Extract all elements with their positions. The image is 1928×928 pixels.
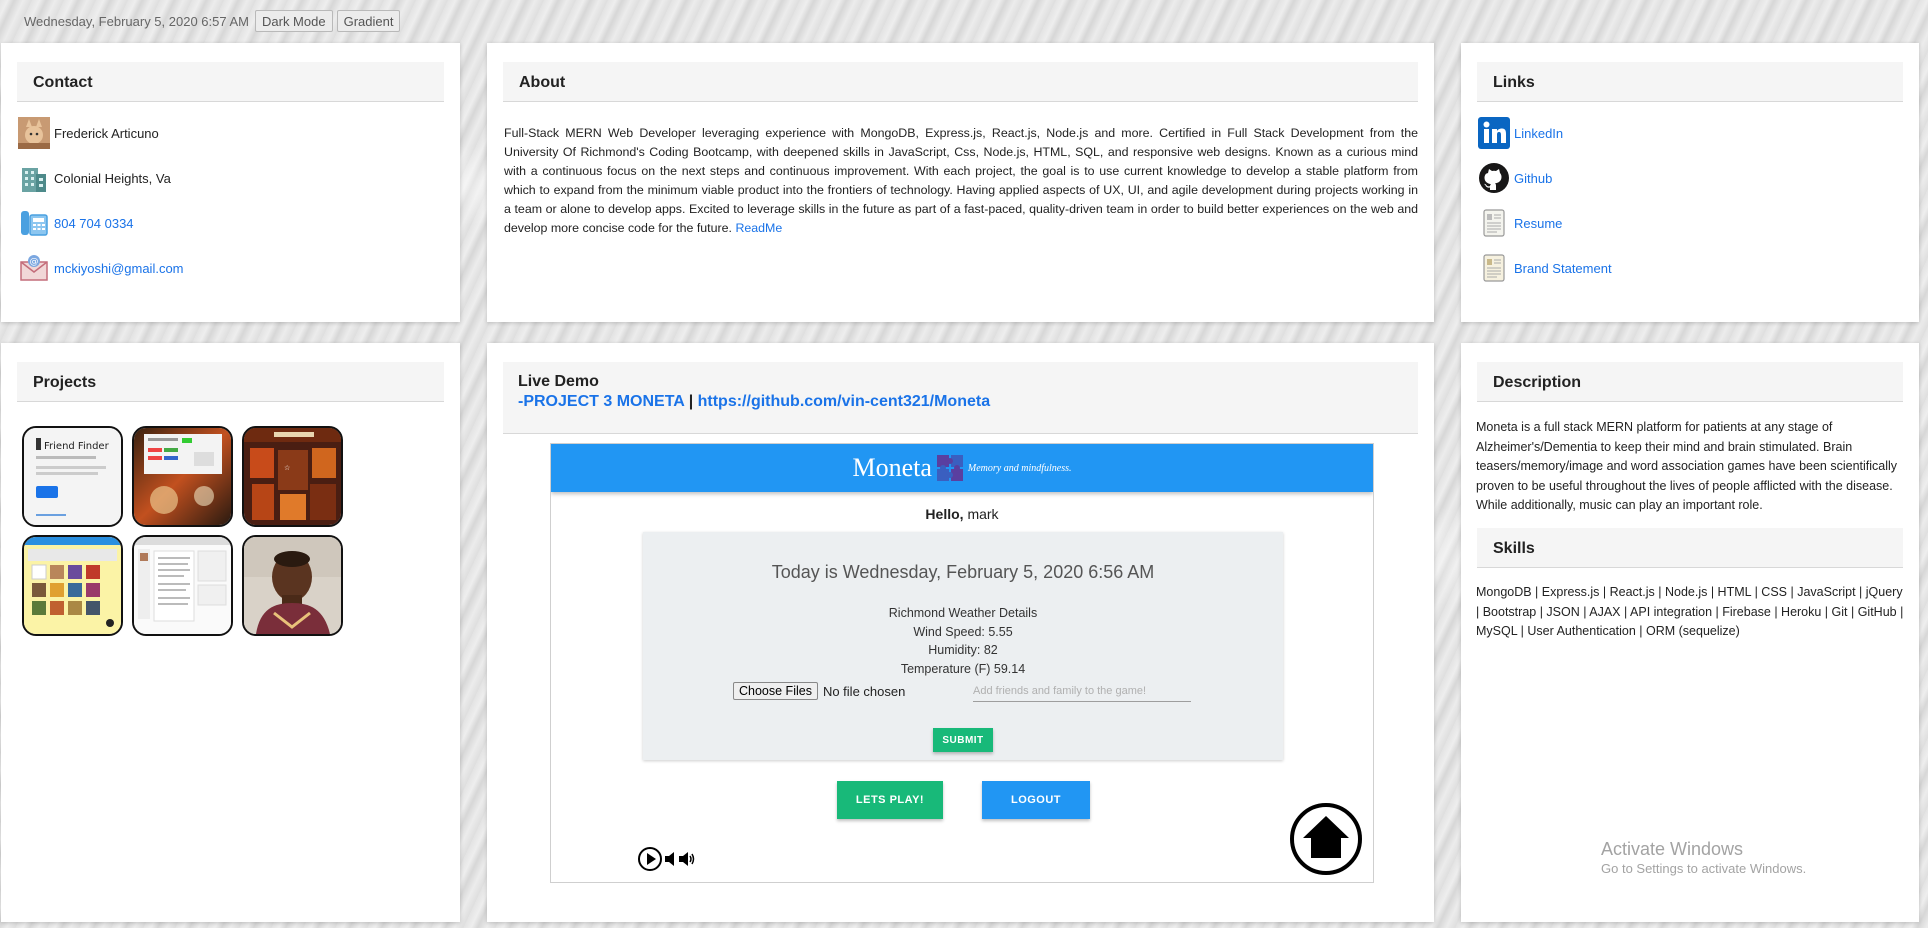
contact-title: Contact <box>17 62 444 102</box>
github-link[interactable]: Github <box>1514 171 1552 186</box>
resume-document-icon <box>1478 207 1510 239</box>
gradient-button[interactable]: Gradient <box>336 10 401 32</box>
submit-button[interactable]: SUBMIT <box>933 728 993 752</box>
temperature: Temperature (F) 59.14 <box>900 661 1026 676</box>
contact-phone-link[interactable]: 804 704 0334 <box>54 216 134 231</box>
home-icon[interactable] <box>1289 802 1363 876</box>
activate-windows-title: Activate Windows <box>1601 839 1744 859</box>
contact-phone-row[interactable]: 804 704 0334 <box>18 207 134 239</box>
about-body: Full-Stack MERN Web Developer leveraging… <box>504 126 1418 235</box>
project-thumb-app-4[interactable] <box>22 535 123 636</box>
activate-windows-subtitle: Go to Settings to activate Windows. <box>1601 861 1807 876</box>
activate-windows-watermark: Activate Windows Go to Settings to activ… <box>1601 838 1806 878</box>
contact-card: Contact Frederick Articuno Colonial Heig… <box>1 43 460 322</box>
about-title: About <box>503 62 1418 102</box>
link-resume[interactable]: Resume <box>1478 207 1562 239</box>
linkedin-link[interactable]: LinkedIn <box>1514 126 1563 141</box>
project-thumb-friend-finder[interactable]: Friend Finder <box>22 426 123 527</box>
volume-down-icon[interactable] <box>665 852 677 871</box>
description-title: Description <box>1477 362 1903 402</box>
description-text: Moneta is a full stack MERN platform for… <box>1476 420 1898 512</box>
top-bar: Wednesday, February 5, 2020 6:57 AM Dark… <box>24 9 401 33</box>
moneta-app-preview: Moneta Memory and mindfulness. Hello, ma… <box>550 443 1374 883</box>
cat-avatar-icon <box>18 117 50 149</box>
repo-link[interactable]: https://github.com/vin-cent321/Moneta <box>698 393 990 410</box>
live-demo-links: -PROJECT 3 MONETA | https://github.com/v… <box>518 392 1418 412</box>
audio-player <box>637 846 695 877</box>
phone-icon <box>18 207 50 239</box>
weather-title: Richmond Weather Details <box>888 606 1038 620</box>
choose-files-button[interactable]: Choose Files <box>733 682 818 700</box>
hello-prefix: Hello, <box>925 506 964 522</box>
volume-up-icon[interactable] <box>679 852 695 871</box>
project-thumb-profile-photo[interactable] <box>242 535 343 636</box>
svg-text:☆: ☆ <box>284 464 290 472</box>
svg-text:@: @ <box>30 257 39 267</box>
link-linkedin[interactable]: LinkedIn <box>1478 117 1563 149</box>
projects-card: Projects Friend Finder ☆ <box>1 343 460 922</box>
moneta-brand[interactable]: Moneta <box>852 453 931 483</box>
about-card: About Full-Stack MERN Web Developer leve… <box>487 43 1434 322</box>
wind-speed: Wind Speed: 5.55 <box>913 624 1013 639</box>
live-demo-card: Live Demo -PROJECT 3 MONETA | https://gi… <box>487 343 1434 922</box>
link-separator: | <box>688 393 694 410</box>
no-file-label: No file chosen <box>822 683 906 699</box>
current-datetime: Wednesday, February 5, 2020 6:57 AM <box>24 13 249 29</box>
project-link[interactable]: -PROJECT 3 MONETA <box>518 393 684 410</box>
weather-details: Richmond Weather Details Wind Speed: 5.5… <box>643 604 1283 678</box>
brand-statement-link[interactable]: Brand Statement <box>1514 261 1612 276</box>
contact-email-link[interactable]: mckiyoshi@gmail.com <box>54 261 184 276</box>
project-thumb-app-3[interactable]: ☆ <box>242 426 343 527</box>
puzzle-logo-icon <box>936 454 964 482</box>
moneta-navbar: Moneta Memory and mindfulness. <box>551 444 1373 492</box>
projects-title: Projects <box>17 362 444 402</box>
email-icon: @ <box>18 252 50 284</box>
description-card: Description Moneta is a full stack MERN … <box>1461 343 1919 922</box>
building-icon <box>18 162 50 194</box>
project-thumb-app-5[interactable] <box>132 535 233 636</box>
play-icon[interactable] <box>637 846 663 877</box>
today-text: Today is Wednesday, February 5, 2020 6:5… <box>771 562 1155 582</box>
linkedin-icon <box>1478 117 1510 149</box>
lets-play-button[interactable]: LETS PLAY! <box>837 781 943 819</box>
link-github[interactable]: Github <box>1478 162 1552 194</box>
moneta-tagline: Memory and mindfulness. <box>967 462 1072 474</box>
logout-button[interactable]: LOGOUT <box>982 781 1090 819</box>
link-brand-statement[interactable]: Brand Statement <box>1478 252 1612 284</box>
live-demo-header: Live Demo -PROJECT 3 MONETA | https://gi… <box>503 362 1418 434</box>
skills-title: Skills <box>1477 528 1903 568</box>
readme-link[interactable]: ReadMe <box>735 221 782 235</box>
contact-name-row: Frederick Articuno <box>18 117 159 149</box>
contact-location-row: Colonial Heights, Va <box>18 162 171 194</box>
file-upload-row: Choose Files No file chosen <box>733 682 905 700</box>
links-card: Links LinkedIn Github Resume Brand State… <box>1461 43 1919 322</box>
add-friends-input[interactable] <box>973 680 1191 702</box>
project-thumb-app-2[interactable] <box>132 426 233 527</box>
weather-panel: Today is Wednesday, February 5, 2020 6:5… <box>643 532 1283 760</box>
contact-name: Frederick Articuno <box>54 125 159 141</box>
about-text: Full-Stack MERN Web Developer leveraging… <box>504 124 1418 238</box>
skills-text: MongoDB | Express.js | React.js | Node.j… <box>1476 585 1904 638</box>
friend-finder-thumb-title: Friend Finder <box>44 441 110 452</box>
humidity: Humidity: 82 <box>928 643 998 657</box>
github-icon <box>1478 162 1510 194</box>
hello-user: mark <box>967 506 999 522</box>
resume-link[interactable]: Resume <box>1514 216 1562 231</box>
links-title: Links <box>1477 62 1903 102</box>
hello-greeting: Hello, mark <box>551 506 1373 522</box>
contact-location: Colonial Heights, Va <box>54 170 171 186</box>
contact-email-row[interactable]: @ mckiyoshi@gmail.com <box>18 252 184 284</box>
brand-document-icon <box>1478 252 1510 284</box>
live-demo-title: Live Demo <box>518 373 599 390</box>
dark-mode-button[interactable]: Dark Mode <box>255 10 333 32</box>
